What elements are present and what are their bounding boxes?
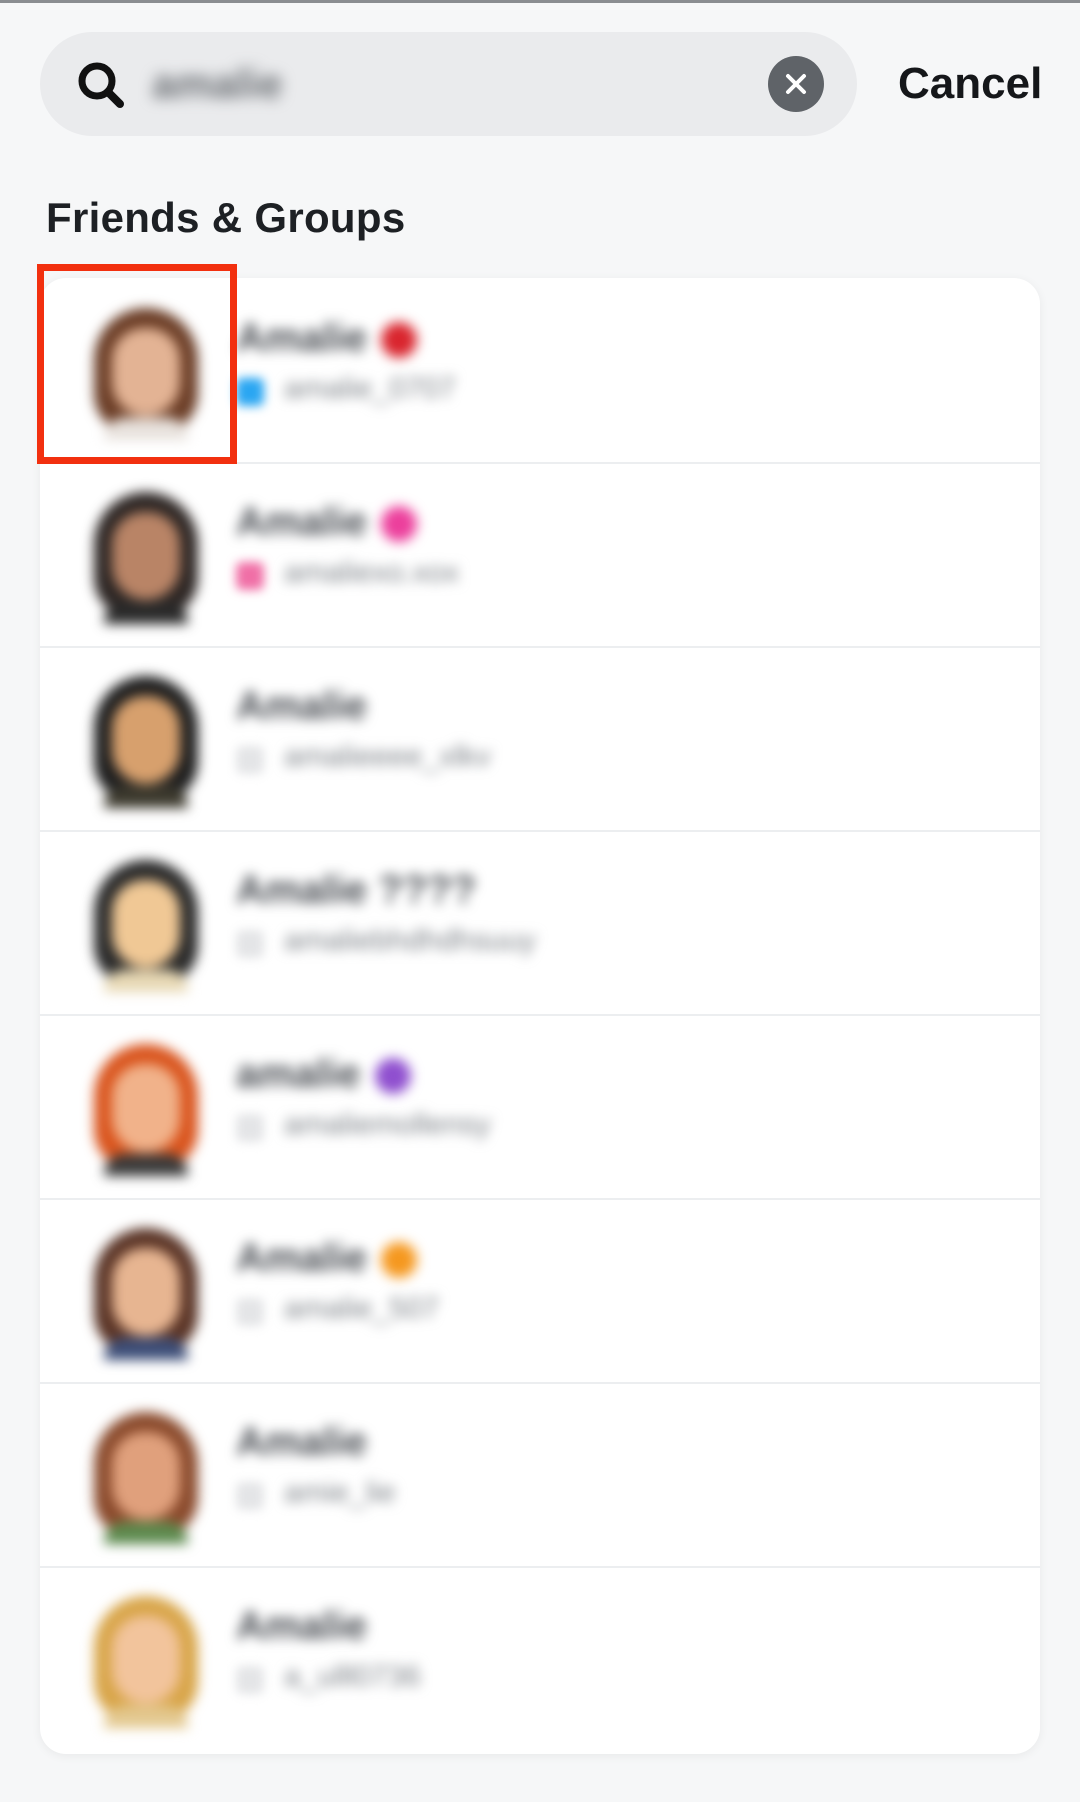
emoji-icon — [374, 1058, 411, 1095]
search-input[interactable]: amalie — [152, 56, 283, 112]
list-item[interactable]: amalie amaliemollensy — [40, 1014, 1040, 1200]
friend-name: Amalie — [236, 1236, 418, 1281]
list-item[interactable]: Amalie amie_lie — [40, 1382, 1040, 1568]
list-item[interactable]: Amalie amalie_507 — [40, 1198, 1040, 1384]
status-icon — [236, 1114, 264, 1142]
avatar[interactable] — [76, 1404, 216, 1544]
friend-username: amalie_507 — [284, 1292, 440, 1325]
avatar[interactable] — [76, 484, 216, 624]
friend-username: amaliexo.xox — [284, 556, 460, 589]
friend-name: Amalie — [236, 1420, 368, 1464]
status-icon — [236, 1482, 264, 1510]
friend-username: a_ulll0736 — [284, 1660, 421, 1693]
friend-username: amalie_0707 — [284, 372, 456, 405]
status-icon — [236, 1298, 264, 1326]
clear-search-button[interactable] — [768, 56, 824, 112]
avatar[interactable] — [76, 1036, 216, 1176]
list-item[interactable]: Amalie ???? amaliebhdhdhsuuy — [40, 830, 1040, 1016]
emoji-icon — [381, 322, 418, 359]
results-list: Amalie amalie_0707 Amalie amaliexo.xox Amali… — [40, 278, 1040, 1754]
cancel-button[interactable]: Cancel — [898, 48, 1042, 120]
friend-username: amaliebhdhdhsuuy — [284, 924, 536, 957]
friend-username: amaliemollensy — [284, 1108, 491, 1141]
friend-name: Amalie ???? — [236, 868, 477, 912]
list-item[interactable]: Amalie amaliexo.xox — [40, 462, 1040, 648]
friend-name: Amalie — [236, 500, 418, 545]
list-item[interactable]: Amalie amalieeee_xlkv — [40, 646, 1040, 832]
status-icon — [236, 746, 264, 774]
status-icon — [236, 562, 264, 590]
search-icon — [76, 60, 126, 110]
list-item[interactable]: Amalie a_ulll0736 — [40, 1566, 1040, 1750]
friend-username: amie_lie — [284, 1476, 396, 1509]
friend-name: Amalie — [236, 1604, 368, 1648]
close-icon — [786, 74, 806, 94]
avatar[interactable] — [76, 852, 216, 992]
search-bar[interactable]: amalie — [40, 32, 857, 136]
emoji-icon — [381, 506, 418, 543]
friend-username: amalieeee_xlkv — [284, 740, 491, 773]
avatar[interactable] — [76, 668, 216, 808]
avatar[interactable] — [76, 1220, 216, 1360]
status-icon — [236, 1666, 264, 1694]
friend-name: Amalie — [236, 316, 418, 361]
friend-name: amalie — [236, 1052, 411, 1097]
top-divider — [0, 0, 1080, 3]
section-title: Friends & Groups — [46, 194, 406, 241]
status-icon — [236, 930, 264, 958]
status-icon — [236, 378, 264, 406]
friend-name: Amalie — [236, 684, 368, 728]
avatar[interactable] — [76, 1588, 216, 1728]
highlight-annotation — [37, 264, 237, 464]
emoji-icon — [381, 1242, 418, 1279]
